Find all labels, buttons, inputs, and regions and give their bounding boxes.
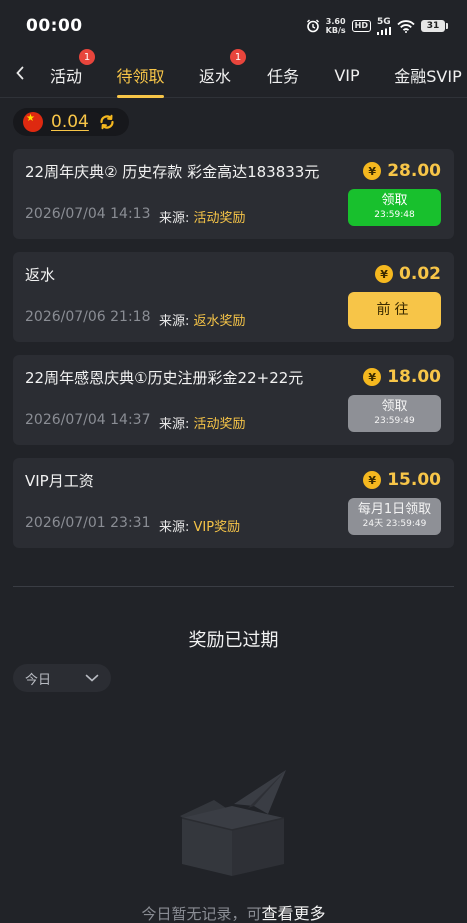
reward-amount-value: 0.02	[399, 264, 441, 284]
reward-source: 来源: 返水奖励	[159, 310, 246, 329]
reward-date: 2026/07/01 23:31	[25, 515, 151, 531]
go-button-label: 前往	[376, 301, 413, 318]
reward-amount: ¥ 18.00	[363, 367, 441, 387]
tab-activity-label: 活动	[49, 67, 82, 86]
refresh-icon[interactable]	[97, 112, 117, 132]
tab-finance-svip[interactable]: 金融SVIP	[394, 52, 462, 98]
balance-amount[interactable]: 0.04	[51, 112, 89, 132]
go-button[interactable]: 前往	[348, 292, 441, 329]
tab-active-indicator	[117, 95, 164, 98]
reward-date: 2026/07/06 21:18	[25, 309, 151, 325]
status-time: 00:00	[26, 16, 83, 36]
reward-title: VIP月工资	[25, 472, 94, 490]
tab-activity-badge: 1	[79, 49, 95, 65]
signal-5g-icon: 5G	[377, 17, 391, 35]
reward-date: 2026/07/04 14:13	[25, 206, 151, 222]
claim-button-label: 领取	[381, 399, 408, 415]
network-speed: 3.60 KB/s	[326, 17, 346, 35]
reward-source-value: 活动奖励	[193, 417, 246, 432]
back-button[interactable]	[10, 60, 30, 86]
tab-rebate[interactable]: 返水 1	[198, 49, 246, 98]
reward-source-label: 来源:	[159, 211, 194, 226]
status-bar: 00:00 3.60 KB/s HD 5G 31	[0, 0, 467, 52]
tab-vip-label: VIP	[334, 65, 360, 85]
reward-amount-value: 18.00	[387, 367, 441, 387]
reward-source: 来源: 活动奖励	[159, 413, 246, 432]
yen-coin-icon: ¥	[363, 162, 382, 180]
tab-pending[interactable]: 待领取	[116, 52, 165, 98]
tab-tasks[interactable]: 任务	[266, 52, 300, 98]
alarm-icon	[306, 19, 320, 33]
reward-source-label: 来源:	[159, 417, 194, 432]
network-speed-value: 3.60	[325, 17, 346, 26]
china-flag-icon: ★	[23, 112, 43, 132]
tab-rebate-badge: 1	[230, 49, 246, 65]
reward-date: 2026/07/04 14:37	[25, 412, 151, 428]
reward-amount-value: 15.00	[387, 470, 441, 490]
yen-coin-icon: ¥	[363, 471, 382, 489]
tab-vip[interactable]: VIP	[333, 52, 361, 98]
monthly-claim-button[interactable]: 每月1日领取 24天 23:59:49	[348, 498, 441, 535]
date-filter-value: 今日	[25, 672, 52, 688]
reward-title: 22周年庆典② 历史存款 彩金高达183833元	[25, 163, 320, 181]
network-speed-unit: KB/s	[325, 26, 346, 35]
reward-source-value: 活动奖励	[193, 211, 246, 226]
empty-state-message: 今日暂无记录，可	[141, 905, 262, 923]
reward-source-value: VIP奖励	[193, 520, 241, 535]
tab-tasks-label: 任务	[266, 67, 299, 86]
monthly-claim-label: 每月1日领取	[357, 502, 432, 518]
yen-coin-icon: ¥	[375, 265, 394, 283]
battery-level: 31	[426, 21, 440, 31]
reward-card: 返水 ¥ 0.02 2026/07/06 21:18 来源: 返水奖励 前往	[13, 252, 454, 342]
wifi-icon	[397, 19, 415, 33]
date-filter-select[interactable]: 今日	[13, 664, 111, 692]
view-more-link[interactable]: 查看更多	[262, 904, 326, 923]
battery-icon: 31	[421, 20, 448, 32]
reward-card: 22周年庆典② 历史存款 彩金高达183833元 ¥ 28.00 2026/07…	[13, 149, 454, 239]
tab-finance-svip-label: 金融SVIP	[394, 67, 462, 86]
empty-state-text: 今日暂无记录，可查看更多	[0, 900, 467, 923]
reward-amount: ¥ 15.00	[363, 470, 441, 490]
expired-section-title: 奖励已过期	[188, 630, 279, 651]
reward-title: 返水	[25, 266, 56, 284]
claim-button[interactable]: 领取 23:59:48	[348, 189, 441, 226]
reward-card: 22周年感恩庆典①历史注册彩金22+22元 ¥ 18.00 2026/07/04…	[13, 355, 454, 445]
network-type-label: 5G	[377, 17, 391, 27]
empty-box-icon	[180, 770, 286, 876]
reward-title: 22周年感恩庆典①历史注册彩金22+22元	[25, 369, 304, 387]
reward-card: VIP月工资 ¥ 15.00 2026/07/01 23:31 来源: VIP奖…	[13, 458, 454, 548]
claim-button-disabled[interactable]: 领取 23:59:49	[348, 395, 441, 432]
hd-icon: HD	[351, 20, 371, 32]
reward-amount: ¥ 0.02	[375, 264, 441, 284]
chevron-left-icon	[16, 66, 24, 80]
claim-button-label: 领取	[381, 193, 408, 209]
claim-countdown: 23:59:48	[374, 209, 415, 220]
chevron-down-icon	[85, 674, 99, 682]
reward-source-label: 来源:	[159, 314, 194, 329]
reward-amount-value: 28.00	[387, 161, 441, 181]
tab-activity[interactable]: 活动 1	[46, 49, 95, 98]
reward-source: 来源: VIP奖励	[159, 516, 240, 535]
reward-source-value: 返水奖励	[193, 314, 246, 329]
claim-countdown: 23:59:49	[374, 415, 415, 426]
section-divider	[13, 586, 454, 587]
tab-rebate-label: 返水	[198, 67, 231, 86]
balance-pill: ★ 0.04	[13, 108, 129, 136]
status-icons: 3.60 KB/s HD 5G 31	[306, 17, 448, 35]
category-tab-bar: 活动 1 待领取 返水 1 任务 VIP 金融SVIP	[0, 49, 467, 98]
yen-coin-icon: ¥	[363, 368, 382, 386]
monthly-claim-countdown: 24天 23:59:49	[362, 518, 427, 529]
reward-source-label: 来源:	[159, 520, 194, 535]
reward-amount: ¥ 28.00	[363, 161, 441, 181]
reward-source: 来源: 活动奖励	[159, 207, 246, 226]
tab-pending-label: 待领取	[116, 67, 165, 86]
